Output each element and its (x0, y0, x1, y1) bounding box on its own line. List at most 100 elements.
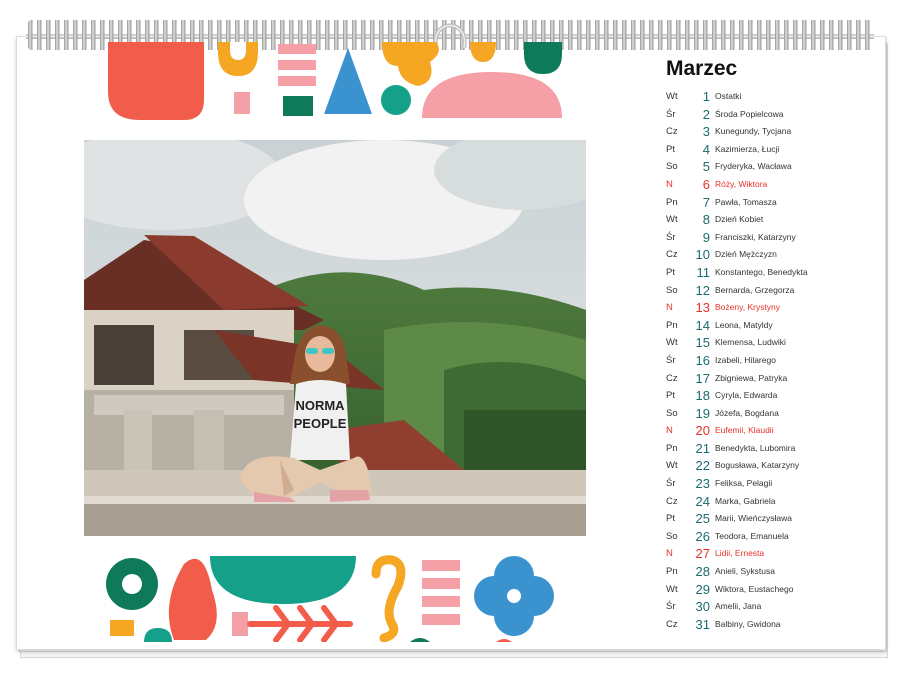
name-day-label: Wiktora, Eustachego (715, 583, 794, 594)
day-number: 27 (695, 546, 710, 562)
day-row: So 12 Bernarda, Grzegorza (666, 282, 876, 300)
day-row: Śr 23 Feliksa, Pelagii (666, 475, 876, 493)
name-day-label: Ostatki (715, 91, 742, 101)
day-row: So 26 Teodora, Emanuela (666, 528, 876, 546)
weekday-label: Cz (666, 126, 678, 138)
day-number: 19 (695, 405, 710, 421)
day-number: 31 (695, 616, 710, 632)
pink-bar-shape (422, 578, 460, 589)
day-number: 22 (695, 458, 710, 474)
weekday-label: Pn (666, 196, 678, 208)
orange-square-shape (110, 620, 134, 636)
name-day-label: Bożeny, Krystyny (715, 302, 781, 313)
day-row: Pt 18 Cyryla, Edwarda (666, 387, 876, 405)
teal-bowl-shape (210, 556, 356, 604)
weekday-label: Pt (666, 513, 675, 525)
weekday-label: So (666, 407, 678, 419)
photo-woman-on-ruins: NORMA PEOPLE (84, 140, 586, 536)
orange-drop-shape (470, 42, 496, 62)
name-day-label: Balbiny, Gwidona (715, 618, 781, 629)
pink-bar-shape (278, 60, 316, 70)
shirt-text-line-1: NORMA (295, 398, 345, 413)
teal-dome-shape (144, 628, 172, 642)
name-day-label: Teodora, Emanuela (715, 530, 789, 541)
day-number: 24 (695, 493, 710, 509)
day-row: Pt 25 Marii, Wieńczysława (666, 510, 876, 528)
weekday-label: So (666, 284, 678, 296)
day-number: 28 (695, 564, 710, 580)
day-row: So 5 Fryderyka, Wacława (666, 158, 876, 176)
day-number: 30 (695, 599, 710, 615)
day-number: 12 (695, 282, 710, 298)
name-day-label: Bernarda, Grzegorza (715, 284, 795, 295)
day-row: N 6 Róży, Wiktora (666, 176, 876, 194)
name-day-label: Róży, Wiktora (715, 178, 768, 189)
weekday-label: Śr (666, 108, 676, 120)
name-day-label: Franciszki, Katarzyny (715, 231, 796, 242)
day-row: Pt 11 Konstantego, Benedykta (666, 264, 876, 282)
pink-bar-shape (422, 596, 460, 607)
name-day-label: Kunegundy, Tycjana (715, 126, 792, 137)
day-number: 16 (695, 352, 710, 368)
day-number: 23 (695, 476, 710, 492)
weekday-label: N (666, 425, 673, 437)
weekday-label: Wt (666, 583, 678, 595)
day-number: 15 (695, 335, 710, 351)
pink-square-shape (234, 92, 250, 114)
day-number: 11 (696, 264, 711, 280)
green-rect-shape (283, 96, 313, 116)
weekday-label: Wt (666, 460, 678, 472)
day-row: So 19 Józefa, Bogdana (666, 405, 876, 423)
day-row: Pn 7 Pawła, Tomasza (666, 194, 876, 212)
weekday-label: N (666, 302, 673, 314)
name-day-label: Kazimierza, Łucji (715, 143, 780, 154)
weekday-label: So (666, 161, 678, 173)
day-row: Cz 17 Zbigniewa, Patryka (666, 370, 876, 388)
day-number: 6 (702, 176, 710, 192)
weekday-label: N (666, 548, 673, 560)
weekday-label: Pt (666, 390, 675, 402)
day-number: 13 (695, 300, 710, 316)
teal-circle-shape (381, 85, 411, 115)
weekday-label: Cz (666, 618, 678, 630)
name-day-label: Środa Popielcowa (715, 108, 784, 119)
weekday-label: Cz (666, 372, 678, 384)
weekday-label: Śr (666, 231, 676, 243)
day-number: 18 (695, 388, 710, 404)
coral-fern-shape (247, 605, 353, 642)
name-day-label: Benedykta, Lubomira (715, 442, 796, 453)
name-day-label: Eufemii, Klaudii (715, 425, 774, 436)
day-row: Pt 4 Kazimierza, Łucji (666, 141, 876, 159)
day-row: Pn 28 Anieli, Sykstusa (666, 563, 876, 581)
day-row: Wt 8 Dzień Kobiet (666, 211, 876, 229)
name-day-label: Cyryla, Edwarda (715, 390, 778, 401)
name-day-label: Anieli, Sykstusa (715, 566, 775, 577)
name-day-label: Izabeli, Hilarego (715, 354, 776, 365)
day-number: 8 (702, 212, 710, 228)
day-number: 1 (702, 89, 710, 104)
name-day-label: Dzień Mężczyzn (715, 249, 777, 260)
name-day-label: Zbigniewa, Patryka (715, 372, 788, 383)
name-day-label: Fryderyka, Wacława (715, 161, 792, 172)
day-number: 20 (695, 423, 710, 439)
orange-arc-inner (230, 42, 246, 60)
day-row: Wt 15 Klemensa, Ludwiki (666, 334, 876, 352)
day-number: 14 (695, 317, 710, 333)
pink-bar-shape (422, 614, 460, 625)
day-row: N 20 Eufemii, Klaudii (666, 422, 876, 440)
coral-blob-shape (108, 42, 204, 120)
pink-small-rect-shape (232, 612, 248, 636)
day-number: 3 (702, 124, 710, 140)
day-row: N 27 Lidii, Ernesta (666, 545, 876, 563)
pink-dome-shape (422, 72, 562, 118)
orange-flower-shape (382, 42, 439, 86)
weekday-label: Śr (666, 601, 676, 613)
name-day-label: Feliksa, Pelagii (715, 478, 773, 489)
day-row: Cz 10 Dzień Mężczyzn (666, 246, 876, 264)
weekday-label: Śr (666, 354, 676, 366)
day-row: Śr 30 Amelii, Jana (666, 598, 876, 616)
weekday-label: Pn (666, 442, 678, 454)
name-day-label: Bogusława, Katarzyny (715, 460, 800, 471)
weekday-label: Pt (666, 266, 675, 278)
day-number: 2 (702, 106, 710, 122)
